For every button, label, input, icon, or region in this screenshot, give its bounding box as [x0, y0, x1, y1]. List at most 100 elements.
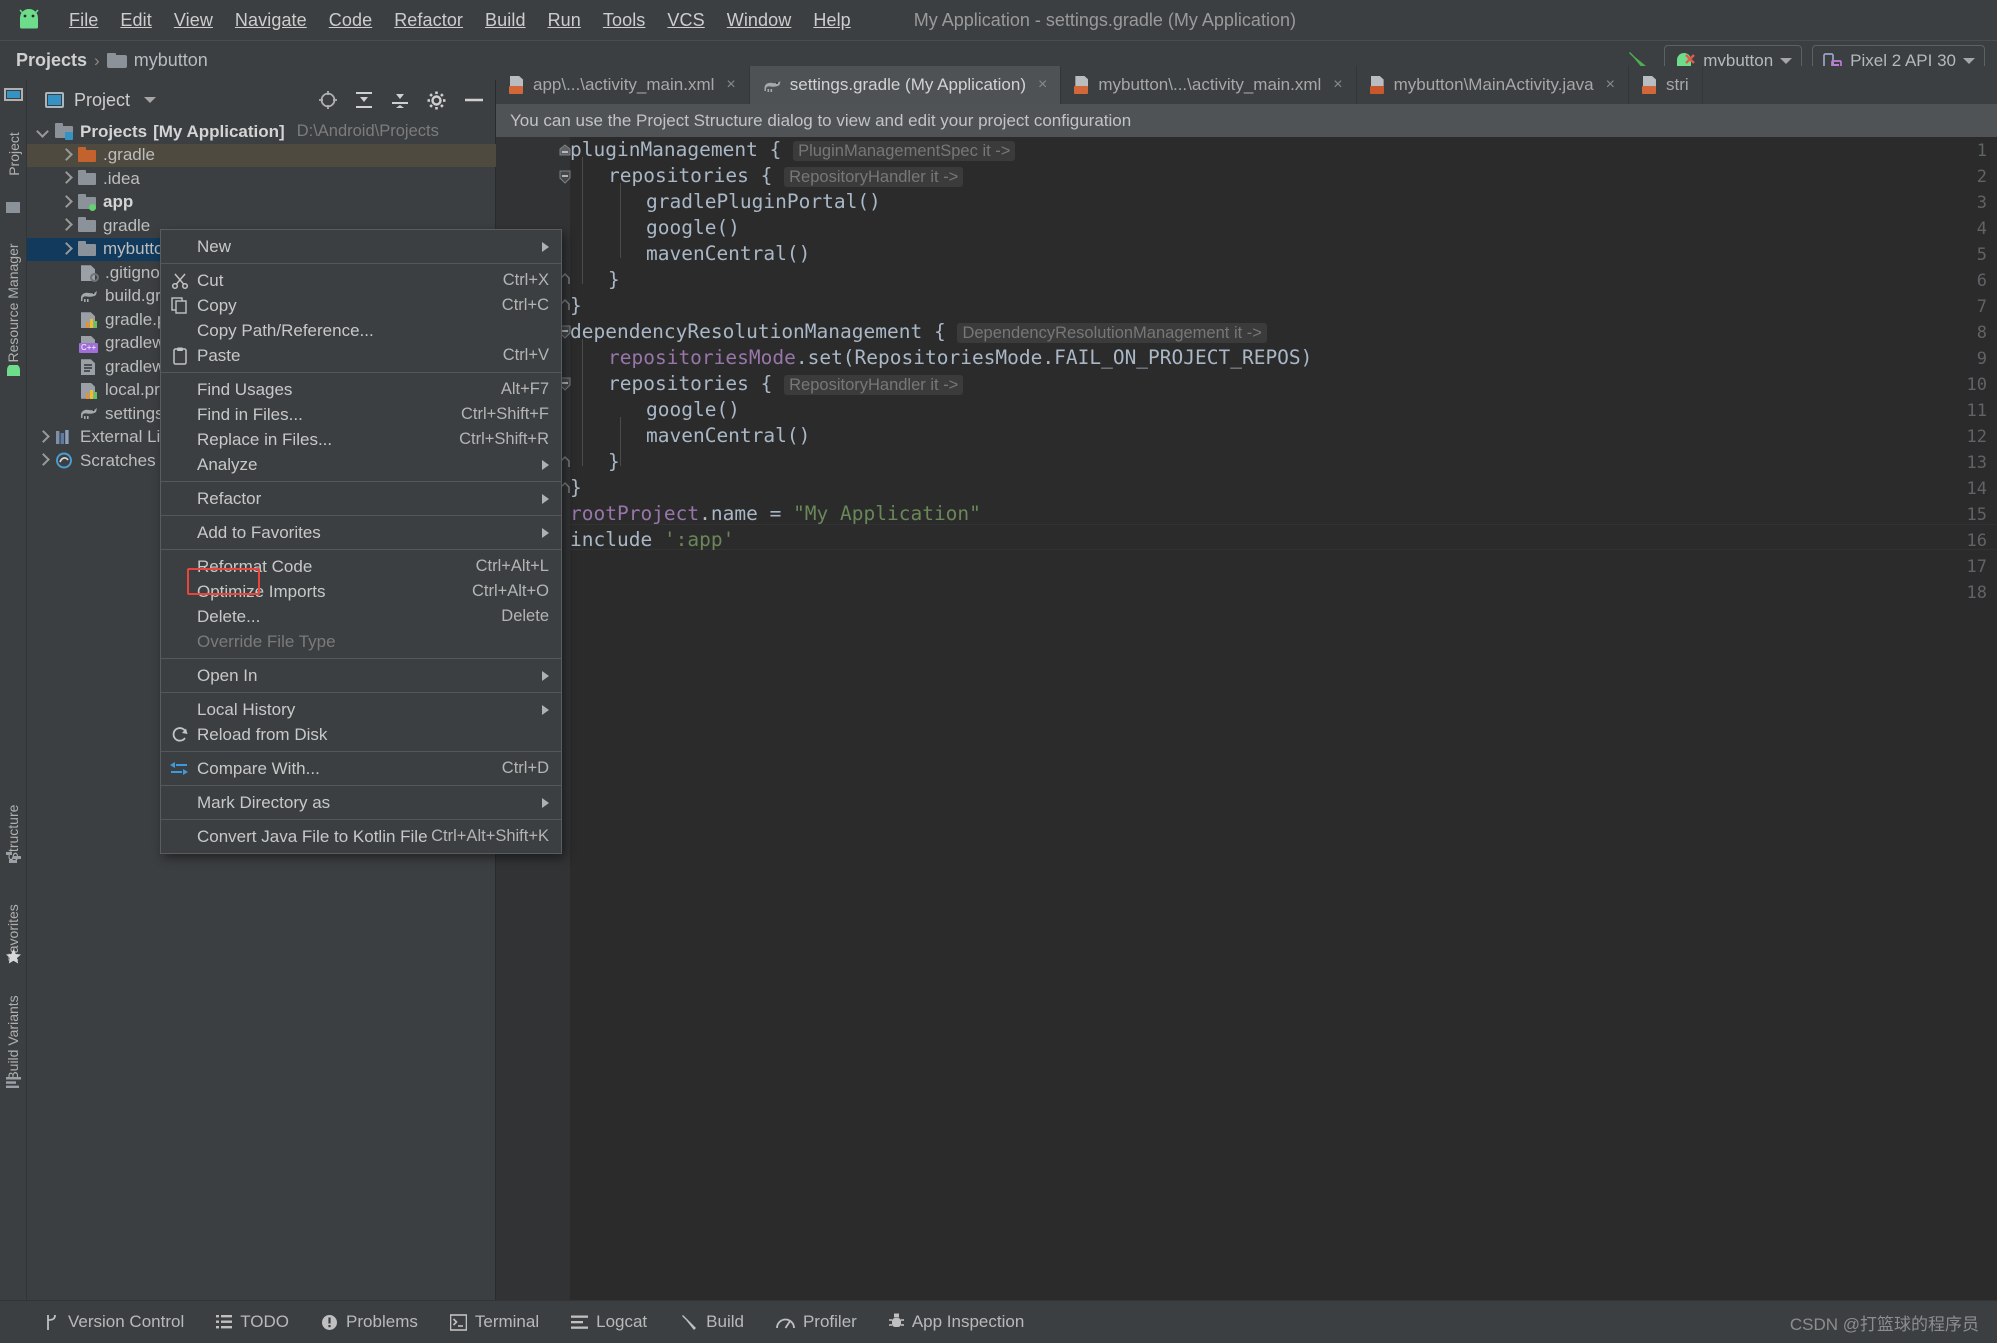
bottom-item-profiler[interactable]: Profiler: [760, 1312, 873, 1332]
code-content[interactable]: pluginManagement { PluginManagementSpec …: [570, 137, 1997, 1300]
context-menu-item-cut[interactable]: Cut Ctrl+X: [161, 268, 561, 293]
code-text: pluginManagement {: [570, 138, 782, 161]
gradle-file-icon: [763, 78, 782, 93]
context-menu-item-local-history[interactable]: Local History: [161, 697, 561, 722]
context-menu-item-find-usages[interactable]: Find Usages Alt+F7: [161, 377, 561, 402]
chevron-right-icon[interactable]: [59, 219, 72, 232]
menu-label: Add to Favorites: [197, 522, 321, 542]
tree-row-projects[interactable]: Projects [My Application] D:\Android\Pro…: [27, 120, 496, 144]
editor-tab-mainactivity-java[interactable]: mybutton\MainActivity.java ×: [1357, 66, 1629, 104]
chevron-right-icon[interactable]: [59, 243, 72, 256]
context-menu-item-mark-directory-as[interactable]: Mark Directory as: [161, 790, 561, 815]
bottom-item-app-inspection[interactable]: App Inspection: [873, 1312, 1040, 1332]
editor-tab-settings-gradle[interactable]: settings.gradle (My Application) ×: [749, 66, 1062, 104]
left-strip-label-resource-manager[interactable]: Resource Manager: [5, 223, 21, 383]
menu-refactor[interactable]: Refactor: [383, 7, 474, 34]
context-menu-item-reformat-code[interactable]: Reformat Code Ctrl+Alt+L: [161, 554, 561, 579]
context-menu-item-refactor[interactable]: Refactor: [161, 486, 561, 511]
menu-edit[interactable]: Edit: [109, 7, 162, 34]
menu-file[interactable]: File: [58, 7, 109, 34]
left-strip-label-structure[interactable]: Structure: [5, 783, 21, 883]
menu-label: Optimize Imports: [197, 581, 326, 601]
menu-navigate[interactable]: Navigate: [224, 7, 318, 34]
context-menu-item-copy[interactable]: Copy Ctrl+C: [161, 293, 561, 318]
context-menu-item-find-in-files[interactable]: Find in Files... Ctrl+Shift+F: [161, 402, 561, 427]
context-menu-item-reload-from-disk[interactable]: Reload from Disk: [161, 722, 561, 747]
gitignore-file-icon: [80, 264, 99, 283]
build-variants-icon[interactable]: [6, 1075, 21, 1089]
code-text: include: [570, 528, 664, 551]
bottom-item-logcat[interactable]: Logcat: [555, 1312, 663, 1332]
bottom-item-label: Profiler: [802, 1312, 857, 1331]
context-menu[interactable]: New Cut Ctrl+X Copy Ctrl+C Copy Path/Ref…: [160, 229, 562, 854]
tree-row-gradle-hidden[interactable]: .gradle: [27, 143, 496, 167]
context-menu-item-copy-path[interactable]: Copy Path/Reference...: [161, 318, 561, 343]
menu-help[interactable]: Help: [802, 7, 861, 34]
bottom-item-build[interactable]: Build: [663, 1312, 760, 1332]
menu-vcs[interactable]: VCS: [656, 7, 715, 34]
chevron-down-icon[interactable]: [144, 97, 157, 103]
gear-icon[interactable]: [426, 90, 447, 111]
close-icon[interactable]: ×: [1606, 76, 1615, 94]
collapse-all-icon[interactable]: [354, 90, 374, 110]
context-menu-item-paste[interactable]: Paste Ctrl+V: [161, 343, 561, 368]
bottom-item-terminal[interactable]: Terminal: [434, 1312, 555, 1332]
chevron-right-icon[interactable]: [36, 454, 49, 467]
editor-tab-mybutton-activity-main-xml[interactable]: mybutton\...\activity_main.xml ×: [1061, 66, 1357, 104]
editor-tab-app-activity-main-xml[interactable]: app\...\activity_main.xml ×: [496, 66, 750, 104]
chevron-right-icon[interactable]: [36, 431, 49, 444]
left-strip-label-build-variants[interactable]: Build Variants: [5, 963, 21, 1113]
menu-file-label: File: [69, 9, 99, 30]
chevron-down-icon: [1963, 58, 1975, 64]
breadcrumb-root[interactable]: Projects: [16, 50, 87, 71]
menu-run[interactable]: Run: [537, 7, 592, 34]
menu-window[interactable]: Window: [716, 7, 803, 34]
left-strip-label-project[interactable]: Project: [6, 112, 22, 196]
resource-manager-icon[interactable]: [6, 202, 20, 213]
bottom-item-todo[interactable]: TODO: [200, 1312, 305, 1332]
tree-row-idea[interactable]: .idea: [27, 167, 496, 191]
chevron-right-icon[interactable]: [59, 172, 72, 185]
menu-accelerator: Ctrl+Alt+O: [471, 582, 549, 600]
context-menu-item-add-to-favorites[interactable]: Add to Favorites: [161, 520, 561, 545]
context-menu-item-new[interactable]: New: [161, 234, 561, 259]
bottom-item-version-control[interactable]: Version Control: [28, 1312, 200, 1332]
breadcrumb-current[interactable]: mybutton: [134, 50, 208, 71]
chevron-down-icon[interactable]: [36, 125, 49, 138]
expand-icon[interactable]: [390, 90, 410, 110]
breadcrumb-separator: ›: [94, 50, 100, 70]
bottom-item-problems[interactable]: Problems: [305, 1312, 434, 1332]
locate-icon[interactable]: [318, 90, 338, 110]
menu-view[interactable]: View: [163, 7, 224, 34]
warning-icon: [322, 1314, 338, 1330]
editor-tab-label: stri: [1665, 75, 1689, 94]
code-text: dependencyResolutionManagement {: [570, 320, 946, 343]
context-menu-item-open-in[interactable]: Open In: [161, 663, 561, 688]
minimize-icon[interactable]: [463, 90, 485, 110]
structure-icon[interactable]: [6, 850, 21, 863]
menu-run-label: Run: [547, 9, 581, 30]
context-menu-item-analyze[interactable]: Analyze: [161, 452, 561, 477]
bottom-item-label: App Inspection: [911, 1312, 1025, 1331]
close-icon[interactable]: ×: [1038, 76, 1047, 94]
context-menu-item-compare-with[interactable]: Compare With... Ctrl+D: [161, 756, 561, 781]
chevron-right-icon[interactable]: [59, 149, 72, 162]
menu-tools[interactable]: Tools: [592, 7, 657, 34]
menu-code[interactable]: Code: [318, 7, 383, 34]
chevron-right-icon[interactable]: [59, 196, 72, 209]
context-menu-item-convert-java-to-kotlin[interactable]: Convert Java File to Kotlin File Ctrl+Al…: [161, 824, 561, 849]
tree-row-app[interactable]: app: [27, 191, 496, 215]
context-menu-item-optimize-imports[interactable]: Optimize Imports Ctrl+Alt+O: [161, 579, 561, 604]
close-icon[interactable]: ×: [726, 76, 735, 94]
code-hint: RepositoryHandler it ->: [784, 167, 964, 187]
menu-accelerator: Ctrl+D: [501, 759, 549, 777]
context-menu-item-delete[interactable]: Delete... Delete: [161, 604, 561, 629]
menu-build[interactable]: Build: [474, 7, 537, 34]
menu-tools-label: Tools: [602, 9, 646, 30]
code-editor[interactable]: 1 2 3 4 5 6 7 8 9 10 11 12 13 14 15 16 1…: [496, 137, 1997, 1300]
project-tool-icon[interactable]: [4, 86, 23, 102]
editor-tab-strings-xml[interactable]: stri: [1629, 66, 1703, 104]
close-icon[interactable]: ×: [1333, 76, 1342, 94]
context-menu-item-replace-in-files[interactable]: Replace in Files... Ctrl+Shift+R: [161, 427, 561, 452]
folder-module-icon: [78, 193, 96, 211]
